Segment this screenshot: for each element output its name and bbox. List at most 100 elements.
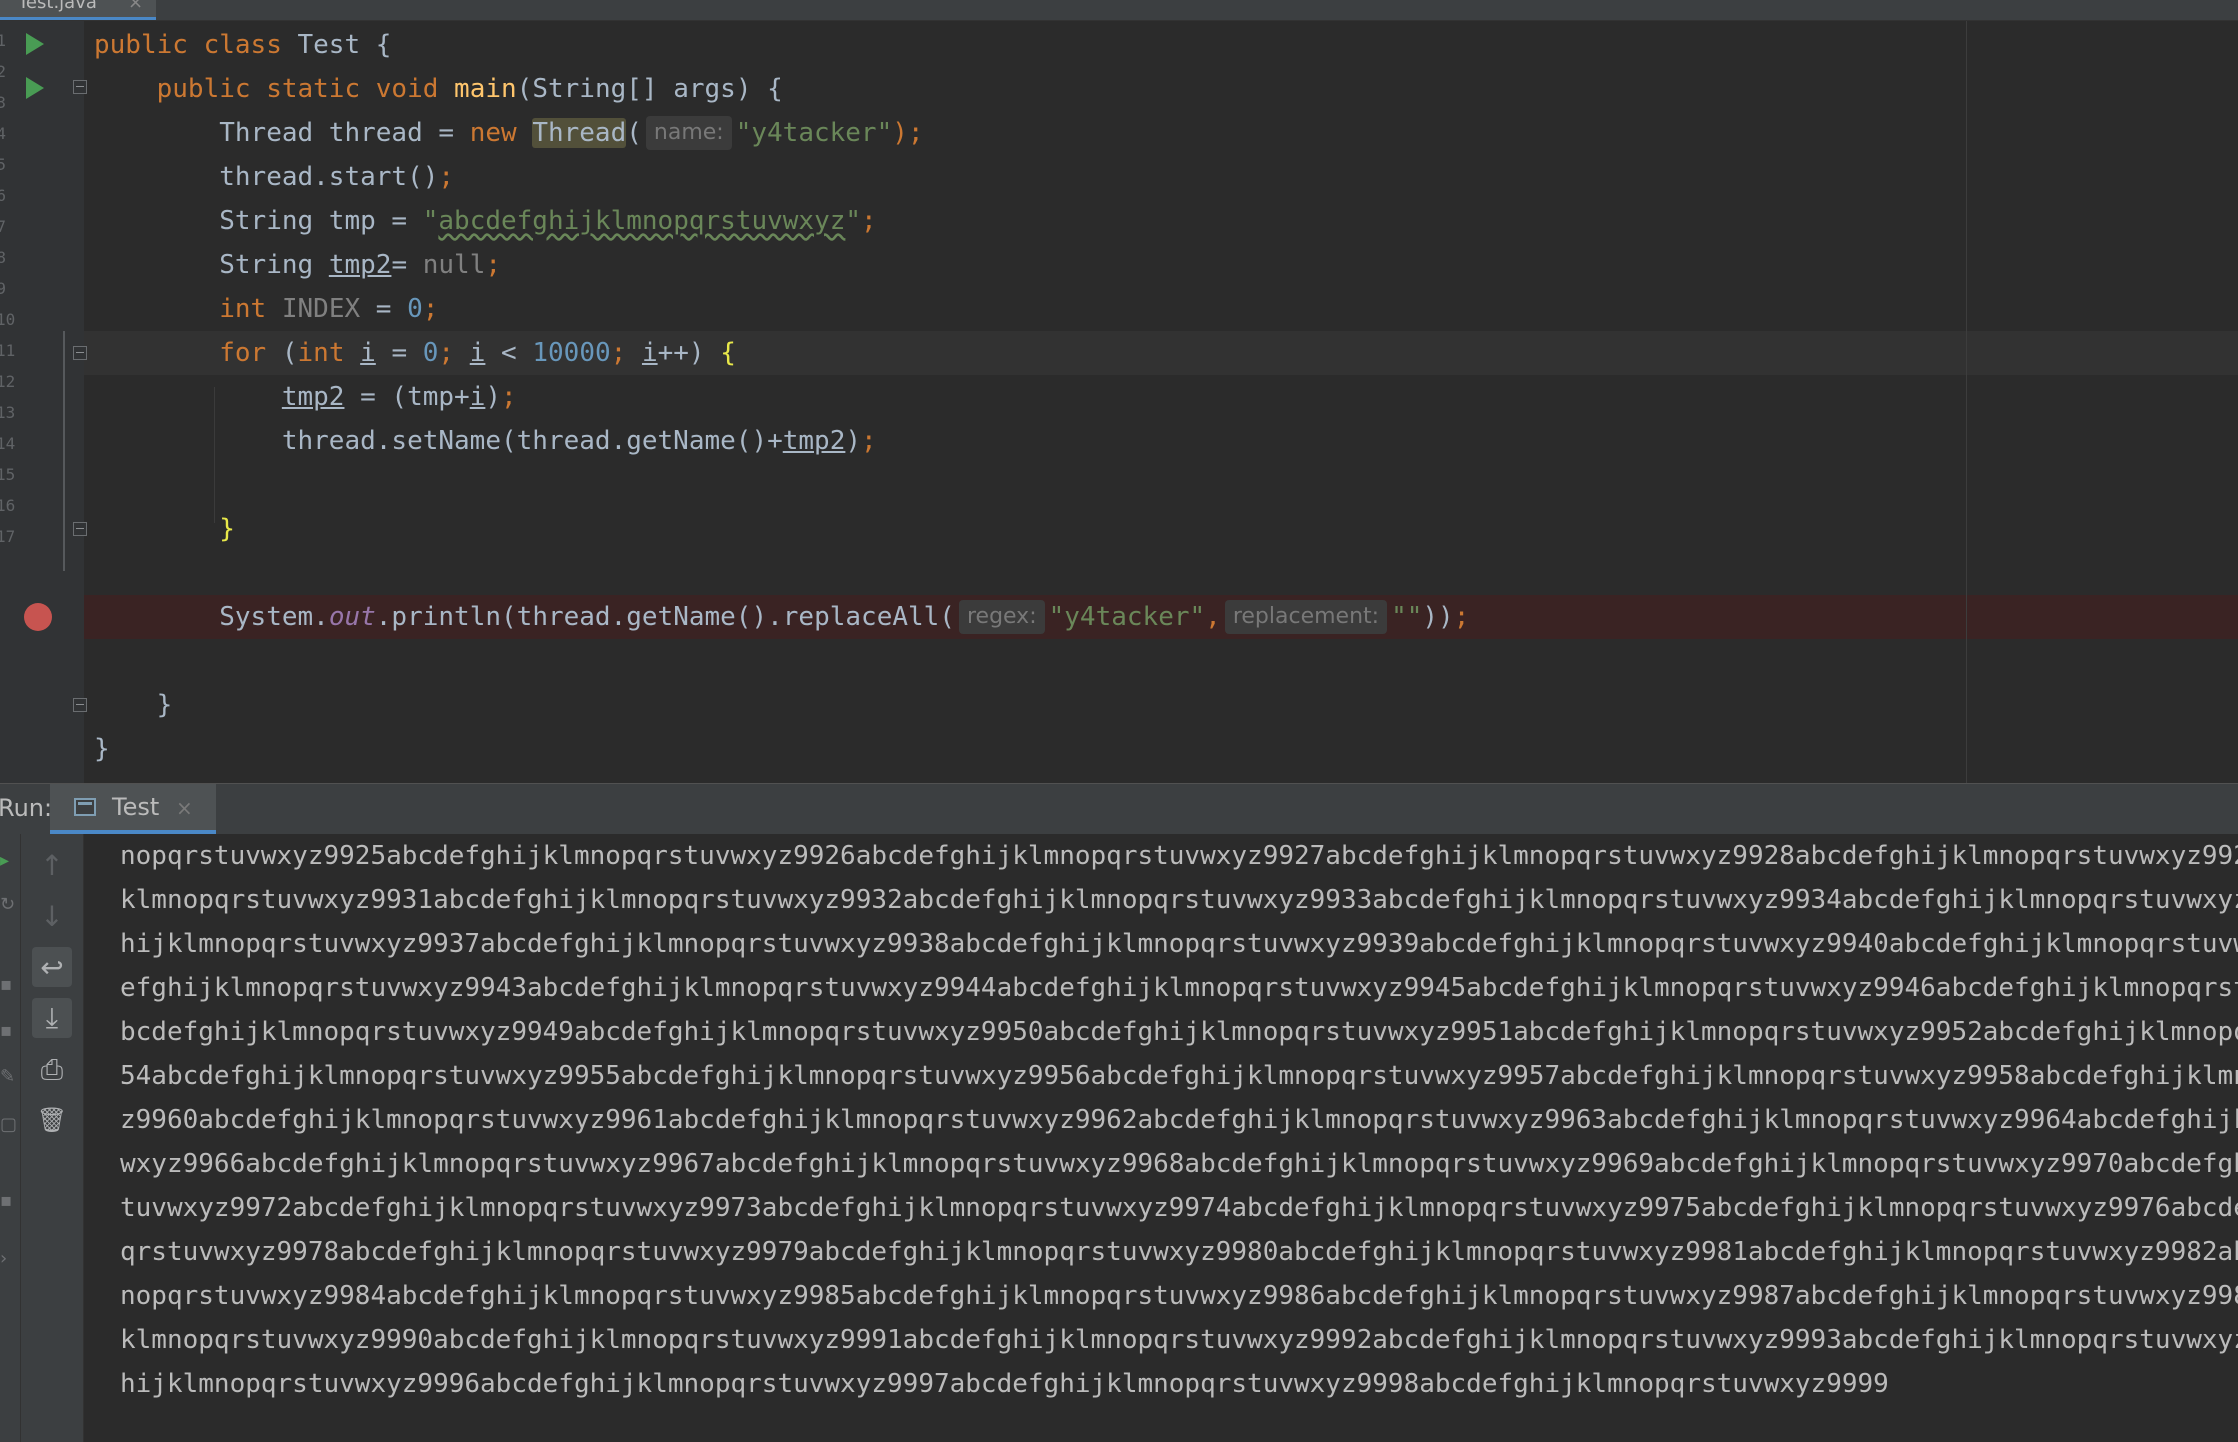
restore-layout-icon[interactable]: ▪ xyxy=(0,1020,14,1041)
null-literal: null xyxy=(422,250,486,280)
file-tab-label: Test.java xyxy=(18,0,97,13)
console-toolbar: ↑ ↓ ↩ ⤓ ⎙ 🗑 xyxy=(21,834,84,1442)
line-number: 9 xyxy=(0,279,6,298)
code-line-12: } xyxy=(94,507,235,551)
code-text: ) xyxy=(485,382,502,412)
fold-icon[interactable] xyxy=(73,80,87,94)
parameter-hint: replacement: xyxy=(1224,600,1388,634)
string-quote: " xyxy=(845,206,862,236)
reassigned-variable: tmp2 xyxy=(782,426,846,456)
code-text: ++) xyxy=(657,338,721,368)
breakpoint-icon[interactable] xyxy=(24,603,52,631)
down-arrow-icon[interactable]: ↓ xyxy=(32,896,72,936)
string-quote: " xyxy=(422,206,439,236)
keyword: int xyxy=(219,294,282,324)
semicolon: ; xyxy=(438,338,470,368)
console-line: hijklmnopqrstuvwxyz9996abcdefghijklmnopq… xyxy=(120,1369,1889,1399)
modify-run-icon[interactable]: ↻ xyxy=(0,894,15,915)
semicolon: ; xyxy=(501,382,517,412)
semicolon: ; xyxy=(485,250,502,280)
console-line: wxyz9966abcdefghijklmnopqrstuvwxyz9967ab… xyxy=(120,1149,2238,1179)
file-tab[interactable]: Test.java × xyxy=(0,0,156,20)
keyword: for xyxy=(219,338,282,368)
line-number: 17 xyxy=(0,527,16,546)
run-class-icon[interactable] xyxy=(26,33,44,55)
rerun-icon[interactable]: ▸ xyxy=(0,850,14,871)
code-line-8: for (int i = 0; i < 10000; i++) { xyxy=(94,331,736,375)
line-number: 11 xyxy=(0,341,16,360)
expand-icon[interactable]: › xyxy=(0,1248,14,1269)
string-literal: "y4tacker" xyxy=(1048,602,1206,632)
code-text: = xyxy=(360,294,408,324)
code-text: = xyxy=(375,338,423,368)
number-literal: 0 xyxy=(407,294,423,324)
console-line: z9960abcdefghijklmnopqrstuvwxyz9961abcde… xyxy=(120,1105,2238,1135)
semicolon: ; xyxy=(438,162,455,192)
editor-gutter[interactable]: 1 2 3 4 5 6 7 8 9 10 11 12 13 14 15 16 1… xyxy=(0,21,87,783)
class-declaration: Test { xyxy=(297,30,392,60)
code-editor[interactable]: 1 2 3 4 5 6 7 8 9 10 11 12 13 14 15 16 1… xyxy=(0,21,2238,783)
code-text: thread.start() xyxy=(219,162,439,192)
up-arrow-icon[interactable]: ↑ xyxy=(32,845,72,885)
semicolon: ; xyxy=(422,294,439,324)
code-line-6: String tmp2= null; xyxy=(94,243,501,287)
console-line: bcdefghijklmnopqrstuvwxyz9949abcdefghijk… xyxy=(120,1017,2238,1047)
line-number: 6 xyxy=(0,186,6,205)
settings-icon[interactable]: ▪ xyxy=(0,1190,14,1211)
semicolon: ; xyxy=(861,426,877,456)
run-console[interactable]: ▸ ↻ ▪ ▪ ✎ ▢ ▪ › ↑ ↓ ↩ ⤓ ⎙ 🗑 nopqrstuvwxy… xyxy=(0,834,2238,1442)
comma: , xyxy=(1205,602,1221,632)
console-line: nopqrstuvwxyz9984abcdefghijklmnopqrstuvw… xyxy=(120,1281,2238,1311)
fold-icon[interactable] xyxy=(73,698,87,712)
line-number: 14 xyxy=(0,434,16,453)
close-icon[interactable]: × xyxy=(128,0,143,13)
scroll-to-end-icon[interactable]: ⤓ xyxy=(32,998,72,1038)
fold-icon[interactable] xyxy=(73,346,87,360)
keyword: class xyxy=(203,30,298,60)
string-literal: "y4tacker" xyxy=(735,118,893,148)
run-tab-label: Test xyxy=(112,793,160,821)
run-tab-test[interactable]: Test × xyxy=(50,784,216,834)
soft-wrap-icon[interactable]: ↩ xyxy=(32,947,72,987)
console-line: tuvwxyz9972abcdefghijklmnopqrstuvwxyz997… xyxy=(120,1193,2238,1223)
matched-brace: { xyxy=(720,338,736,368)
semicolon: ; xyxy=(1453,602,1470,632)
method-params: (String[] args) { xyxy=(516,74,783,104)
keyword: int xyxy=(297,338,361,368)
line-number: 8 xyxy=(0,248,6,267)
console-line: klmnopqrstuvwxyz9931abcdefghijklmnopqrst… xyxy=(120,885,2238,915)
run-main-icon[interactable] xyxy=(26,77,44,99)
closing-brace: } xyxy=(156,690,173,720)
code-text: thread.setName(thread.getName()+ xyxy=(281,426,783,456)
line-number: 15 xyxy=(0,465,16,484)
console-line: qrstuvwxyz9978abcdefghijklmnopqrstuvwxyz… xyxy=(120,1237,2238,1267)
editor-tab-bar: Test.java × xyxy=(0,0,2238,21)
constructor-highlight: Thread xyxy=(532,118,627,148)
line-number: 16 xyxy=(0,496,16,515)
close-icon[interactable]: × xyxy=(176,796,193,820)
code-line-14: System.out.println(thread.getName().repl… xyxy=(94,595,1469,639)
layout-icon[interactable]: ▢ xyxy=(0,1114,17,1135)
run-left-strip: ▸ ↻ ▪ ▪ ✎ ▢ ▪ › xyxy=(0,834,21,1442)
print-icon[interactable]: ⎙ xyxy=(32,1050,72,1090)
code-text: = (tmp+ xyxy=(344,382,470,412)
code-line-9: tmp2 = (tmp+i); xyxy=(94,375,517,419)
trash-icon[interactable]: 🗑 xyxy=(32,1100,72,1140)
code-text: ) xyxy=(845,426,862,456)
parameter-hint: regex: xyxy=(958,600,1045,634)
right-margin-guide xyxy=(1966,21,1967,783)
method-name: main xyxy=(454,74,517,104)
pin-icon[interactable]: ✎ xyxy=(0,1066,15,1087)
stop-icon[interactable]: ▪ xyxy=(0,974,14,995)
line-number: 5 xyxy=(0,155,6,174)
code-line-1: public class Test { xyxy=(94,23,391,67)
code-line-2: public static void main(String[] args) { xyxy=(94,67,783,111)
line-number: 1 xyxy=(0,31,6,50)
line-number: 13 xyxy=(0,403,16,422)
number-literal: 0 xyxy=(422,338,439,368)
fold-icon[interactable] xyxy=(73,522,87,536)
